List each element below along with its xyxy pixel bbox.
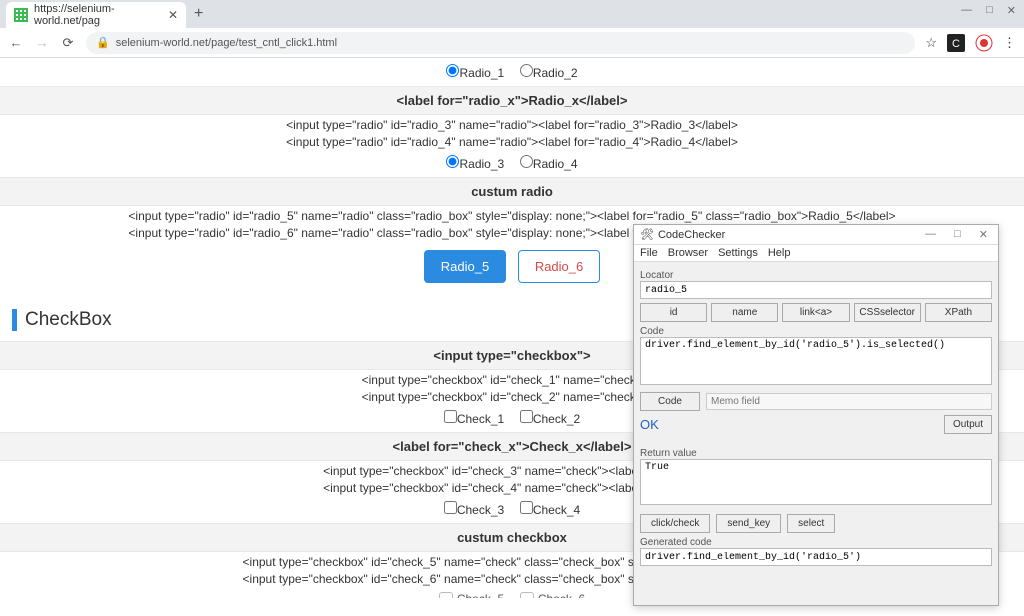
cc-ok-status: OK [640, 417, 659, 432]
cc-return-output[interactable]: True [640, 459, 992, 505]
radio-5-button[interactable]: Radio_5 [424, 250, 506, 283]
cc-title: CodeChecker [658, 229, 921, 241]
check-1[interactable] [444, 410, 457, 423]
window-minimize-button[interactable]: — [961, 4, 972, 17]
checkbox-icon [439, 592, 453, 598]
radio-3[interactable] [446, 155, 459, 168]
cc-app-icon: 🛠 [640, 228, 654, 241]
svg-text:C: C [952, 38, 960, 50]
check-2-label: Check_2 [533, 412, 580, 426]
radio-1[interactable] [446, 64, 459, 77]
window-close-button[interactable]: ✕ [1007, 4, 1016, 17]
cc-menu-settings[interactable]: Settings [718, 247, 758, 259]
radio-1-label: Radio_1 [459, 66, 504, 80]
browser-tab[interactable]: https://selenium-world.net/pag ✕ [6, 2, 186, 28]
tab-bar: https://selenium-world.net/pag ✕ + — □ ✕ [0, 0, 1024, 28]
heading-label-radio: <label for="radio_x">Radio_x</label> [0, 86, 1024, 115]
code-radio5: <input type="radio" id="radio_5" name="r… [0, 209, 1024, 223]
check-5-label: Check_5 [457, 592, 504, 598]
cc-clickcheck-button[interactable]: click/check [640, 514, 710, 533]
check-4[interactable] [520, 501, 533, 514]
menu-icon[interactable]: ⋮ [1003, 35, 1016, 51]
tab-title: https://selenium-world.net/pag [34, 3, 162, 27]
cc-menubar: File Browser Settings Help [634, 245, 998, 262]
star-icon[interactable]: ☆ [925, 35, 937, 51]
heading-custom-radio: custum radio [0, 177, 1024, 206]
radio-2-label: Radio_2 [533, 66, 578, 80]
cc-sendkey-button[interactable]: send_key [716, 514, 781, 533]
cc-minimize-button[interactable]: — [921, 228, 940, 241]
cc-return-label: Return value [640, 448, 992, 459]
checkbox-icon [520, 592, 534, 598]
cc-maximize-button[interactable]: □ [950, 228, 965, 241]
cc-xpath-button[interactable]: XPath [925, 303, 992, 322]
tab-close-icon[interactable]: ✕ [168, 8, 178, 22]
radio-row-12: Radio_1 Radio_2 [0, 64, 1024, 80]
cc-code-input[interactable]: driver.find_element_by_id('radio_5').is_… [640, 337, 992, 385]
favicon-icon [14, 8, 28, 22]
url-input[interactable]: 🔒 selenium-world.net/page/test_cntl_clic… [86, 32, 915, 54]
check-6-label: Check_6 [538, 592, 585, 598]
browser-chrome: https://selenium-world.net/pag ✕ + — □ ✕… [0, 0, 1024, 58]
cc-locator-input[interactable] [640, 281, 992, 299]
radio-4-label: Radio_4 [533, 157, 578, 171]
window-maximize-button[interactable]: □ [986, 4, 993, 17]
check-1-label: Check_1 [457, 412, 504, 426]
radio-2[interactable] [520, 64, 533, 77]
check-2[interactable] [520, 410, 533, 423]
section-checkbox-label: CheckBox [25, 309, 112, 331]
cc-gencode-output[interactable] [640, 548, 992, 566]
codechecker-window: 🛠 CodeChecker — □ ✕ File Browser Setting… [633, 224, 999, 606]
cc-menu-browser[interactable]: Browser [668, 247, 708, 259]
reload-button[interactable]: ⟳ [60, 35, 76, 51]
check-5[interactable]: Check_5 [439, 592, 504, 598]
cc-output-button[interactable]: Output [944, 415, 992, 434]
cc-gencode-label: Generated code [640, 537, 992, 548]
check-3[interactable] [444, 501, 457, 514]
section-bar-icon [12, 309, 17, 331]
new-tab-button[interactable]: + [194, 5, 203, 23]
radio-row-34: Radio_3 Radio_4 [0, 155, 1024, 171]
cc-code-button[interactable]: Code [640, 392, 700, 411]
radio-6-button[interactable]: Radio_6 [518, 250, 600, 283]
forward-button[interactable]: → [34, 35, 50, 50]
code-radio4: <input type="radio" id="radio_4" name="r… [0, 135, 1024, 149]
cc-css-button[interactable]: CSSselector [854, 303, 921, 322]
cc-link-button[interactable]: link<a> [782, 303, 849, 322]
check-4-label: Check_4 [533, 503, 580, 517]
cc-close-button[interactable]: ✕ [975, 228, 992, 241]
cc-select-button[interactable]: select [787, 514, 835, 533]
radio-4[interactable] [520, 155, 533, 168]
cc-id-button[interactable]: id [640, 303, 707, 322]
check-6[interactable]: Check_6 [520, 592, 585, 598]
cc-titlebar[interactable]: 🛠 CodeChecker — □ ✕ [634, 225, 998, 245]
url-text: selenium-world.net/page/test_cntl_click1… [116, 37, 337, 49]
cc-memo-input[interactable] [706, 393, 992, 410]
cc-locator-label: Locator [640, 270, 992, 281]
cc-menu-help[interactable]: Help [768, 247, 791, 259]
lock-icon: 🔒 [96, 36, 110, 49]
cc-name-button[interactable]: name [711, 303, 778, 322]
check-3-label: Check_3 [457, 503, 504, 517]
extension-c-icon[interactable]: C [947, 34, 965, 52]
address-bar: ← → ⟳ 🔒 selenium-world.net/page/test_cnt… [0, 28, 1024, 58]
code-radio3: <input type="radio" id="radio_3" name="r… [0, 118, 1024, 132]
back-button[interactable]: ← [8, 35, 24, 50]
profile-icon[interactable] [975, 34, 993, 52]
cc-code-label: Code [640, 326, 992, 337]
radio-3-label: Radio_3 [459, 157, 504, 171]
cc-menu-file[interactable]: File [640, 247, 658, 259]
